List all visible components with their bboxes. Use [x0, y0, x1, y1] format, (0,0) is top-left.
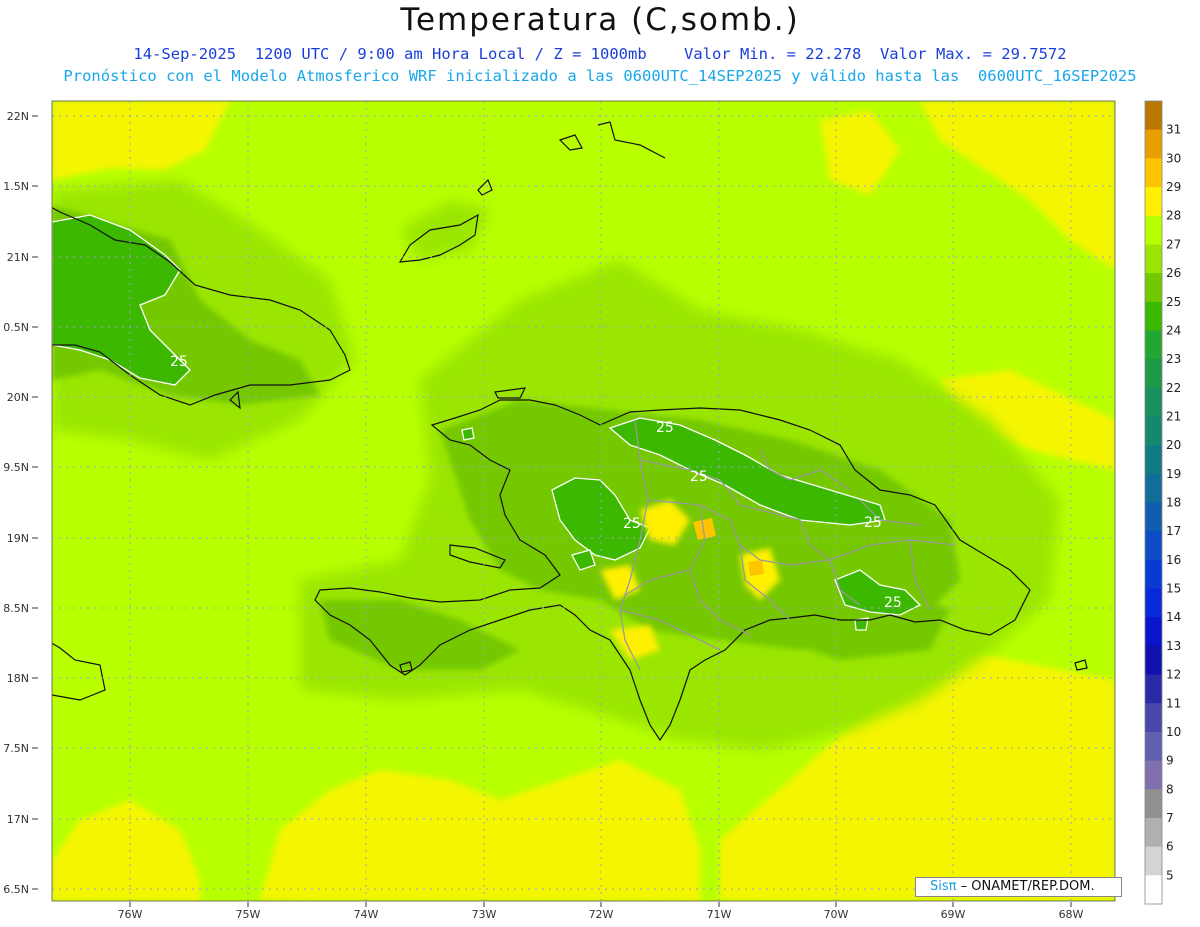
credit-box: Sisπ – ONAMET/REP.DOM.	[915, 877, 1122, 897]
colorbar-swatch	[1145, 187, 1162, 217]
lat-label: 21N	[7, 251, 29, 264]
contour-label: 25	[884, 595, 902, 611]
contour-label: 25	[864, 515, 882, 531]
colorbar-swatch	[1145, 674, 1162, 704]
colorbar-swatch	[1145, 817, 1162, 848]
colorbar-swatch	[1145, 502, 1162, 532]
colorbar: 31 30 29 28 27 26 25 24 23 22 21 20 19 18 17 16 15 14 13 12…	[1144, 100, 1181, 905]
lat-label: 1.5N	[3, 180, 29, 193]
colorbar-swatch	[1145, 101, 1162, 131]
lat-label: 19N	[7, 532, 29, 545]
colorbar-label: 22	[1166, 381, 1181, 395]
colorbar-label: 24	[1166, 323, 1181, 337]
lat-label: 7.5N	[3, 742, 29, 755]
colorbar-swatch	[1145, 731, 1162, 762]
colorbar-swatch	[1145, 645, 1162, 675]
colorbar-swatch	[1145, 215, 1162, 245]
colorbar-label: 7	[1166, 811, 1174, 825]
lon-label: 69W	[941, 908, 966, 921]
contour-label: 25	[690, 469, 708, 485]
contour-label: 25	[656, 420, 674, 436]
lat-label: 22N	[7, 110, 29, 123]
colorbar-label: 30	[1166, 151, 1181, 165]
colorbar-label: 9	[1166, 754, 1174, 768]
colorbar-swatch	[1145, 617, 1162, 647]
contour-label: 25	[170, 354, 188, 370]
contour-label: 25	[623, 516, 641, 532]
colorbar-label: 6	[1166, 840, 1174, 854]
lon-label: 70W	[824, 908, 849, 921]
latitude-ticks	[32, 115, 38, 890]
lat-label: 18N	[7, 672, 29, 685]
lat-label: 6.5N	[3, 883, 29, 896]
colorbar-swatch	[1145, 330, 1162, 360]
colorbar-swatch	[1145, 387, 1162, 417]
colorbar-label: 8	[1166, 782, 1174, 796]
colorbar-label: 12	[1166, 668, 1181, 682]
latitude-axis: 22N 1.5N 21N 0.5N 20N 9.5N 19N 8.5N 18N …	[3, 110, 29, 896]
colorbar-label: 25	[1166, 295, 1181, 309]
colorbar-label: 28	[1166, 209, 1181, 223]
colorbar-swatch	[1145, 301, 1162, 331]
colorbar-label: 18	[1166, 496, 1181, 510]
lon-label: 71W	[707, 908, 732, 921]
colorbar-swatch	[1145, 416, 1162, 446]
lat-label: 0.5N	[3, 321, 29, 334]
lon-label: 73W	[472, 908, 497, 921]
lat-label: 17N	[7, 813, 29, 826]
sispi-logo: Sisπ	[930, 879, 957, 894]
colorbar-label: 13	[1166, 639, 1181, 653]
colorbar-label: 19	[1166, 467, 1181, 481]
colorbar-swatch	[1145, 846, 1162, 876]
colorbar-label: 20	[1166, 438, 1181, 452]
lon-label: 72W	[589, 908, 614, 921]
colorbar-label: 14	[1166, 610, 1181, 624]
colorbar-label: 15	[1166, 582, 1181, 596]
colorbar-label: 16	[1166, 553, 1181, 567]
lat-label: 8.5N	[3, 602, 29, 615]
longitude-ticks	[129, 902, 1072, 907]
colorbar-swatch	[1145, 531, 1162, 561]
colorbar-label: 5	[1166, 868, 1174, 882]
map-canvas: 25 25 25 25 25 25 22N 1.5N 21N 0.5N 20N …	[3, 100, 1181, 921]
lon-label: 74W	[354, 908, 379, 921]
colorbar-label: 21	[1166, 409, 1181, 423]
colorbar-swatch	[1145, 760, 1162, 790]
lon-label: 75W	[236, 908, 261, 921]
colorbar-label: 31	[1166, 123, 1181, 137]
colorbar-swatch	[1145, 789, 1162, 819]
colorbar-swatch	[1145, 875, 1162, 905]
colorbar-swatch	[1145, 359, 1162, 389]
lat-label: 9.5N	[3, 461, 29, 474]
longitude-axis: 76W 75W 74W 73W 72W 71W 70W 69W 68W	[118, 908, 1084, 921]
lon-label: 76W	[118, 908, 143, 921]
colorbar-swatch	[1145, 244, 1162, 274]
colorbar-swatch	[1145, 158, 1162, 188]
colorbar-swatch	[1145, 588, 1162, 618]
colorbar-label: 17	[1166, 524, 1181, 538]
temperature-field	[52, 101, 1115, 901]
colorbar-swatch	[1145, 703, 1162, 733]
colorbar-swatch	[1145, 445, 1162, 475]
colorbar-label: 26	[1166, 266, 1181, 280]
lon-label: 68W	[1059, 908, 1084, 921]
colorbar-swatch	[1145, 559, 1162, 589]
colorbar-label: 11	[1166, 696, 1181, 710]
colorbar-swatch	[1145, 129, 1162, 159]
colorbar-label: 10	[1166, 725, 1181, 739]
credit-text: – ONAMET/REP.DOM.	[960, 879, 1095, 894]
colorbar-swatch	[1145, 273, 1162, 303]
colorbar-label: 23	[1166, 352, 1181, 366]
lat-label: 20N	[7, 391, 29, 404]
colorbar-label: 29	[1166, 180, 1181, 194]
colorbar-swatch	[1145, 473, 1162, 503]
colorbar-label: 27	[1166, 237, 1181, 251]
